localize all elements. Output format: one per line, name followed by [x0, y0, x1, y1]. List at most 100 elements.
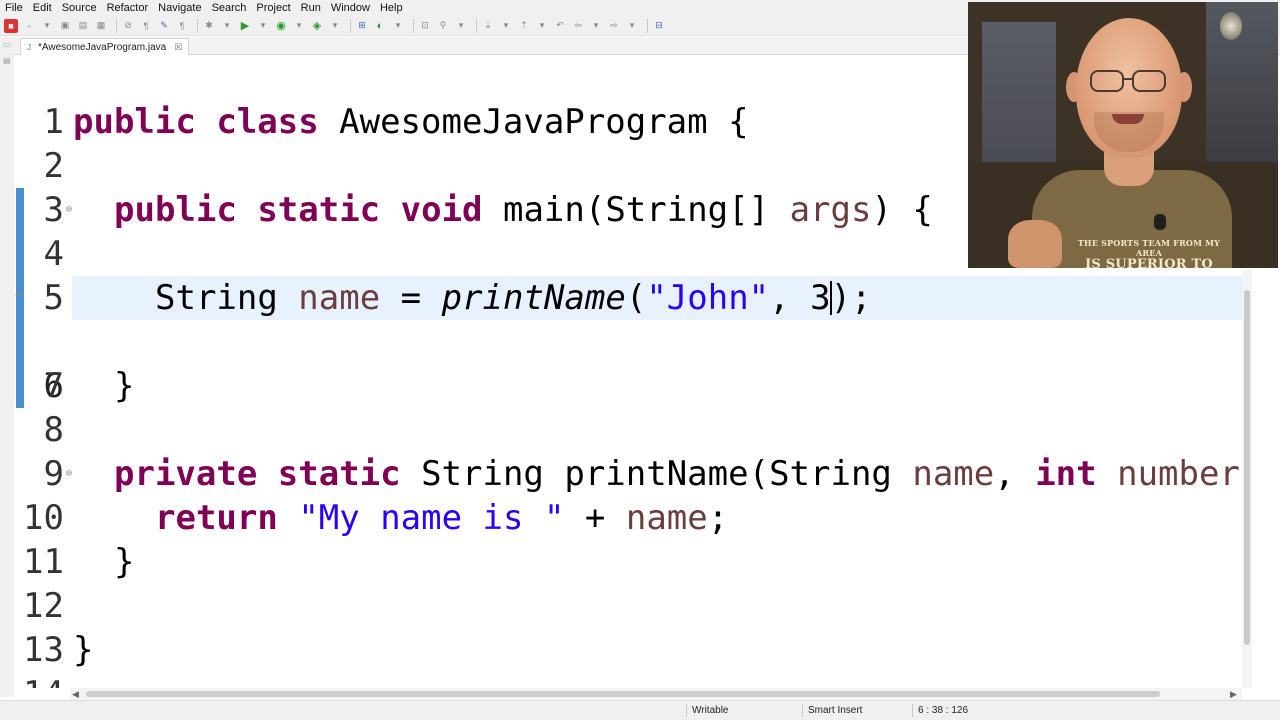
new-class-icon[interactable]: ◐	[373, 19, 387, 33]
code-text: public class AwesomeJavaProgram {	[73, 102, 749, 142]
menu-source[interactable]: Source	[57, 0, 102, 16]
presenter-mouth	[1112, 114, 1144, 124]
toolbar-separator	[116, 18, 117, 33]
code-text: }	[114, 366, 135, 406]
code-text: return "My name is " + name;	[155, 498, 729, 538]
java-file-icon: J	[27, 42, 31, 52]
show-whitespace-icon[interactable]: ¶	[175, 19, 189, 33]
prev-annotation-icon[interactable]: ⇡	[517, 19, 531, 33]
status-writable: Writable	[692, 705, 729, 716]
status-separator	[686, 704, 687, 717]
close-icon[interactable]: ☒	[174, 42, 182, 53]
debug-icon[interactable]: ✱	[202, 19, 216, 33]
presenter-hand	[1008, 220, 1062, 268]
code-line-current: ⚠ 6 String name = printName("John", 3);	[14, 276, 1280, 406]
toolbar-separator	[350, 18, 351, 33]
warning-icon[interactable]: ⚠	[15, 290, 23, 299]
code-text: private static String printName(String n…	[114, 454, 1240, 494]
microphone-icon	[1154, 214, 1166, 230]
glasses-lens	[1090, 70, 1124, 92]
code-line: 11 return "My name is " + name;	[14, 496, 1280, 582]
code-text: }	[73, 630, 94, 670]
vertical-scrollbar[interactable]	[1242, 270, 1252, 688]
code-line: 7	[14, 320, 1280, 406]
dropdown-icon[interactable]: ▾	[589, 19, 603, 33]
stop-icon[interactable]: ■	[4, 18, 18, 33]
background-window	[982, 22, 1056, 170]
new-file-icon[interactable]: ▫	[22, 19, 36, 33]
open-type-icon[interactable]: ⊡	[418, 19, 432, 33]
scroll-right-icon[interactable]: ▶	[1230, 688, 1237, 700]
status-bar: Writable Smart Insert 6 : 38 : 126	[0, 700, 1280, 720]
code-text: public static void main(String[] args) {	[114, 190, 933, 230]
next-annotation-icon[interactable]: ⇣	[481, 19, 495, 33]
save-icon[interactable]: ▣	[58, 19, 72, 33]
menu-edit[interactable]: Edit	[28, 0, 57, 16]
tab-awesome-java-program[interactable]: J *AwesomeJavaProgram.java ☒	[20, 38, 190, 55]
tab-label: *AwesomeJavaProgram.java	[38, 41, 167, 53]
background-doorframe	[1206, 2, 1278, 172]
dropdown-icon[interactable]: ▾	[535, 19, 549, 33]
external-tools-icon[interactable]: ◈	[310, 19, 324, 33]
dropdown-icon[interactable]: ▾	[454, 19, 468, 33]
forward-icon[interactable]: ⇨	[607, 19, 621, 33]
menu-help[interactable]: Help	[375, 0, 408, 16]
search-icon[interactable]: ⚲	[436, 19, 450, 33]
skip-breakpoints-icon[interactable]: ⊘	[121, 19, 135, 33]
menu-navigate[interactable]: Navigate	[153, 0, 206, 16]
toolbar-separator	[197, 18, 198, 33]
open-perspective-icon[interactable]: ⊟	[652, 19, 666, 33]
dropdown-icon[interactable]: ▾	[220, 19, 234, 33]
dropdown-icon[interactable]: ▾	[256, 19, 270, 33]
coverage-icon[interactable]: ◉	[274, 19, 288, 33]
dropdown-icon[interactable]: ▾	[625, 19, 639, 33]
toggle-mark-icon[interactable]: ¶	[139, 19, 153, 33]
package-explorer-icon[interactable]: ▤	[3, 57, 11, 65]
horizontal-scroll-thumb[interactable]	[86, 691, 1160, 697]
left-trim-bar: ▭ ▤	[0, 37, 14, 697]
toolbar-separator	[647, 18, 648, 33]
last-edit-icon[interactable]: ↶	[553, 19, 567, 33]
scroll-left-icon[interactable]: ◀	[72, 688, 79, 700]
highlight-icon[interactable]: ✎	[157, 19, 171, 33]
toolbar-separator	[413, 18, 414, 33]
code-line: 9	[14, 408, 1280, 494]
code-line: 8 }	[14, 364, 1280, 450]
glasses-lens	[1132, 70, 1166, 92]
status-separator	[912, 704, 913, 717]
print-icon[interactable]: ▦	[94, 19, 108, 33]
horizontal-scrollbar[interactable]: ◀ ▶	[70, 688, 1242, 700]
dropdown-icon[interactable]: ▾	[391, 19, 405, 33]
menu-search[interactable]: Search	[207, 0, 252, 16]
restore-icon[interactable]: ▭	[3, 41, 11, 49]
dropdown-icon[interactable]: ▾	[328, 19, 342, 33]
code-line: 14 }	[14, 628, 1280, 688]
dropdown-icon[interactable]: ▾	[40, 19, 54, 33]
vertical-scroll-thumb[interactable]	[1244, 290, 1250, 645]
run-icon[interactable]: ▶	[238, 19, 252, 33]
background-lamp	[1220, 12, 1242, 40]
dropdown-icon[interactable]: ▾	[292, 19, 306, 33]
back-icon[interactable]: ⇦	[571, 19, 585, 33]
shirt-text-line: IS SUPERIOR TO	[1085, 257, 1213, 268]
menu-project[interactable]: Project	[251, 0, 295, 16]
menu-file[interactable]: File	[0, 0, 28, 16]
toolbar-separator	[476, 18, 477, 33]
status-cursor-position: 6 : 38 : 126	[918, 705, 969, 716]
menu-window[interactable]: Window	[326, 0, 375, 16]
status-insert-mode[interactable]: Smart Insert	[808, 705, 862, 716]
menu-refactor[interactable]: Refactor	[102, 0, 154, 16]
glasses-bridge	[1123, 78, 1133, 80]
line-number: 14	[14, 672, 64, 688]
webcam-overlay: THE SPORTS TEAM FROM MY AREA IS SUPERIOR…	[968, 2, 1278, 268]
fold-icon[interactable]: ⊖	[66, 188, 72, 232]
menu-run[interactable]: Run	[296, 0, 326, 16]
save-all-icon[interactable]: ▤	[76, 19, 90, 33]
shirt-text-line: THE SPORTS TEAM FROM MY AREA	[1077, 238, 1221, 258]
code-line: 10 ⊖ private static String printName(Str…	[14, 452, 1280, 538]
dropdown-icon[interactable]: ▾	[499, 19, 513, 33]
code-text: String name = printName("John", 3);	[155, 278, 872, 318]
fold-icon[interactable]: ⊖	[66, 452, 72, 496]
new-java-project-icon[interactable]: ⊞	[355, 19, 369, 33]
shirt-text: THE SPORTS TEAM FROM MY AREA IS SUPERIOR…	[1074, 238, 1224, 268]
